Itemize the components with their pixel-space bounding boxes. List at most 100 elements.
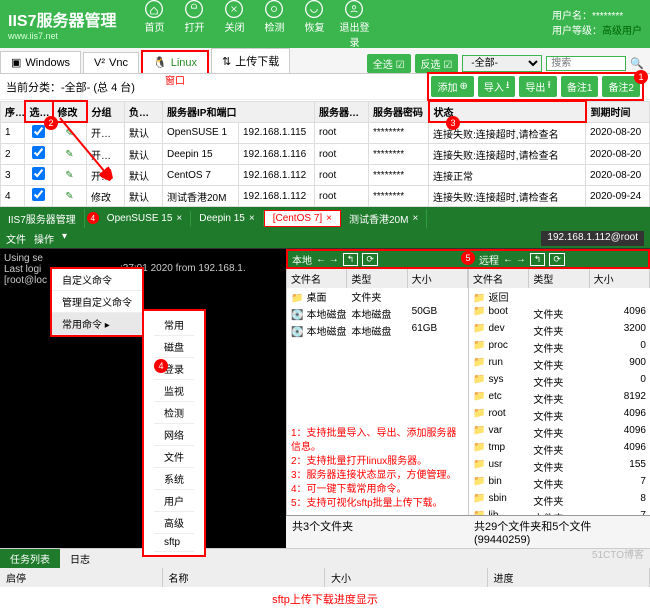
remote-file-row[interactable]: 📁proc文件夹0 [469, 339, 650, 356]
file-panes: 本地 ← → ↰ ⟳ 5 远程 ← → ↰ ⟳ 文件名类型大小 📁桌面文件夹💽本… [286, 249, 650, 548]
server-row[interactable]: 4✎修改默认测试香港20M192.168.1.112root********连接… [1, 186, 650, 207]
row-check[interactable] [32, 188, 45, 201]
remote-file-row[interactable]: 📁usr文件夹155 [469, 458, 650, 475]
local-up-icon[interactable]: ↰ [343, 253, 359, 266]
context-submenu: 常用磁盘登录监视检测网络文件系统用户高级sftp [142, 309, 206, 557]
server-header-row: 序号 选择 修改 分组 负责人 服务器IP和端口 服务器账号 服务器密码 状态 … [1, 101, 650, 122]
nav-home[interactable]: 首页 [138, 0, 170, 49]
ctx-sub-item[interactable]: 监视 [154, 380, 194, 402]
term-tab-3[interactable]: [CentOS 7] × [264, 210, 341, 227]
ctx-sub-item[interactable]: 文件 [154, 446, 194, 468]
remote-bar: 远程 ← → ↰ ⟳ [475, 251, 648, 267]
terminal-tabs: IIS7服务器管理 4 OpenSUSE 15 × Deepin 15 × [C… [0, 207, 650, 229]
terminal-pane[interactable]: Using se Last logi [root@loc :37:01 2020… [0, 249, 286, 548]
local-file-row[interactable]: 💽本地磁盘(D:)本地磁盘61GB [287, 322, 468, 339]
server-row[interactable]: 1✎开发测默认OpenSUSE 1192.168.1.115root******… [1, 122, 650, 144]
server-table: 序号 选择 修改 分组 负责人 服务器IP和端口 服务器账号 服务器密码 状态 … [0, 100, 650, 207]
local-file-list: 文件名类型大小 📁桌面文件夹💽本地磁盘(C:)本地磁盘50GB💽本地磁盘(D:)… [286, 269, 468, 515]
remote-file-row[interactable]: 📁sys文件夹0 [469, 373, 650, 390]
task-tab-log[interactable]: 日志 [60, 549, 100, 568]
nav-close[interactable]: 关闭 [218, 0, 250, 49]
row-check[interactable] [32, 146, 45, 159]
note1-button[interactable]: 备注1 [561, 76, 599, 97]
task-tabs: 任务列表 日志 [0, 549, 650, 568]
group-select[interactable]: -全部- [462, 55, 542, 72]
remote-file-row[interactable]: 📁sbin文件夹8 [469, 492, 650, 509]
menu-file[interactable]: 文件 [6, 231, 26, 246]
sftp-message: sftp上传下载进度显示 [0, 587, 650, 611]
nav-open[interactable]: 打开 [178, 0, 210, 49]
export-button[interactable]: 导出 ⭱ [519, 76, 557, 97]
callout-1: 1 [634, 70, 648, 84]
ctx-sub-item[interactable]: sftp [154, 534, 194, 552]
top-nav: 首页 打开 关闭 检测 恢复 退出登录 [134, 0, 374, 49]
remote-file-list: 文件名类型大小 📁返回📁boot文件夹4096📁dev文件夹3200📁proc文… [468, 269, 650, 515]
nav-check[interactable]: 检测 [258, 0, 290, 49]
ctx-sub-item[interactable]: 常用 [154, 314, 194, 336]
callout-2: 2 [44, 116, 58, 130]
row-check[interactable] [32, 167, 45, 180]
remote-file-row[interactable]: 📁bin文件夹7 [469, 475, 650, 492]
task-tab-list[interactable]: 任务列表 [0, 549, 60, 568]
tab-windows[interactable]: ▣ Windows [0, 51, 81, 73]
local-status: 共3个文件夹 [286, 515, 468, 548]
remote-file-row[interactable]: 📁dev文件夹3200 [469, 322, 650, 339]
remote-file-row[interactable]: 📁boot文件夹4096 [469, 305, 650, 322]
remote-file-row[interactable]: 📁var文件夹4096 [469, 424, 650, 441]
task-header: 启停 名称 大小 进度 [0, 568, 650, 587]
tab-vnc[interactable]: V² Vnc [83, 52, 139, 73]
ctx-sub-item[interactable]: 检测 [154, 402, 194, 424]
remote-up-icon[interactable]: ↰ [530, 253, 546, 266]
server-row[interactable]: 2✎开发测默认Deepin 15192.168.1.116root*******… [1, 144, 650, 165]
add-button[interactable]: 添加 ⊕ [431, 76, 473, 97]
os-tabbar: ▣ Windows V² Vnc 🐧 Linux ⇅ 上传下载 全选 ☑ 反选 … [0, 48, 650, 74]
tab-linux[interactable]: 🐧 Linux [141, 50, 209, 73]
term-tab-4[interactable]: 测试香港20M × [341, 209, 427, 228]
server-row[interactable]: 3✎开发测默认CentOS 7192.168.1.112root********… [1, 165, 650, 186]
tab-updown[interactable]: ⇅ 上传下载 [211, 48, 290, 73]
ctx-manage-cmd[interactable]: 管理自定义命令 [52, 291, 142, 313]
remote-refresh-icon[interactable]: ⟳ [549, 253, 565, 266]
import-button[interactable]: 导入 ⭳ [478, 76, 516, 97]
tool-row: 当前分类：-全部- (总 4 台) 添加 ⊕ 导入 ⭳ 导出 ⭱ 备注1 备注2… [0, 74, 650, 100]
local-bar: 本地 ← → ↰ ⟳ [288, 251, 461, 267]
remote-file-row[interactable]: 📁root文件夹4096 [469, 407, 650, 424]
term-tab-2[interactable]: Deepin 15 × [191, 211, 263, 226]
ctx-common-cmd[interactable]: 常用命令 ▸ [52, 313, 142, 335]
remote-back-row[interactable]: 📁返回 [469, 288, 650, 305]
ctx-sub-item[interactable]: 网络 [154, 424, 194, 446]
user-box: 用户名：******** 用户等级：高级用户 [552, 9, 642, 39]
nav-restore[interactable]: 恢复 [298, 0, 330, 49]
watermark: 51CTO博客 [592, 546, 644, 561]
local-refresh-icon[interactable]: ⟳ [362, 253, 378, 266]
context-menu: 自定义命令 管理自定义命令 常用命令 ▸ 常用磁盘登录监视检测网络文件系统用户高… [50, 267, 144, 337]
terminal-menubar: 文件 操作 ▾ 192.168.1.112@root [0, 229, 650, 248]
select-all-btn[interactable]: 全选 ☑ [367, 54, 411, 73]
search-icon[interactable]: 🔍 [630, 57, 644, 70]
remote-file-row[interactable]: 📁etc文件夹8192 [469, 390, 650, 407]
classify-label: 当前分类：-全部- (总 4 台) [6, 79, 135, 95]
term-tab-1[interactable]: OpenSUSE 15 × [99, 211, 191, 226]
ctx-sub-item[interactable]: 用户 [154, 490, 194, 512]
top-bar: IIS7服务器管理 www.iis7.net 首页 打开 关闭 检测 恢复 退出… [0, 0, 650, 48]
local-file-row[interactable]: 💽本地磁盘(C:)本地磁盘50GB [287, 305, 468, 322]
file-toolbar: 本地 ← → ↰ ⟳ 5 远程 ← → ↰ ⟳ [286, 249, 650, 269]
remote-file-row[interactable]: 📁run文件夹900 [469, 356, 650, 373]
menu-op[interactable]: 操作 [34, 231, 54, 246]
ctx-custom-cmd[interactable]: 自定义命令 [52, 269, 142, 291]
ctx-sub-item[interactable]: 系统 [154, 468, 194, 490]
ctx-sub-item[interactable]: 高级 [154, 512, 194, 534]
file-status-bar: 共3个文件夹 共29个文件夹和5个文件(99440259) [286, 515, 650, 548]
row-check[interactable] [32, 125, 45, 138]
term-host: 192.168.1.112@root [541, 231, 644, 246]
logo: IIS7服务器管理 www.iis7.net [8, 7, 116, 41]
remote-status: 共29个文件夹和5个文件(99440259) [468, 515, 650, 548]
invert-btn[interactable]: 反选 ☑ [415, 54, 459, 73]
toolbar-buttons: 添加 ⊕ 导入 ⭳ 导出 ⭱ 备注1 备注2 [427, 72, 644, 101]
remote-file-row[interactable]: 📁tmp文件夹4096 [469, 441, 650, 458]
nav-logout[interactable]: 退出登录 [338, 0, 370, 49]
ctx-sub-item[interactable]: 磁盘 [154, 336, 194, 358]
local-file-row[interactable]: 📁桌面文件夹 [287, 288, 468, 305]
term-tab-mgr[interactable]: IIS7服务器管理 [0, 209, 85, 228]
search-input[interactable] [546, 56, 626, 71]
